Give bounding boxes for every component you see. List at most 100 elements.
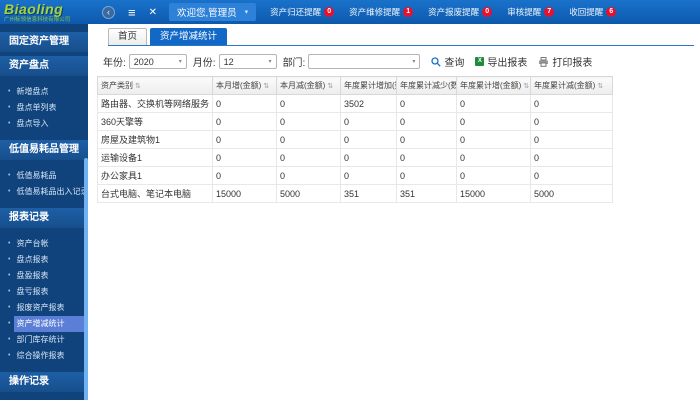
bullet-icon: • <box>8 88 11 95</box>
topbar: Biaoling 广州标领信息科技有限公司 ‹ ≡ ✕ 欢迎您,管理员 ▾ 资产… <box>0 0 700 24</box>
sidebar-item[interactable]: • 低值易耗品 <box>0 168 88 184</box>
table-cell: 运输设备1 <box>97 148 213 167</box>
sidebar-section-header[interactable]: 操作记录 <box>0 372 88 392</box>
tab-active[interactable]: 资产增减统计 <box>150 28 228 45</box>
bullet-icon: • <box>8 304 11 311</box>
search-icon <box>431 56 442 67</box>
column-header-label: 本月增(金额) <box>216 81 262 90</box>
bullet-icon: • <box>8 120 11 127</box>
sidebar-item[interactable]: • 新增盘点 <box>0 84 88 100</box>
export-report-button[interactable]: X 导出报表 <box>475 54 527 69</box>
table-row[interactable]: 路由器、交换机等网络服务 0 0 3502 0 0 0 <box>97 94 613 113</box>
badge-label: 资产归还提醒 <box>270 7 322 17</box>
month-select[interactable]: 12 ▾ <box>218 54 277 69</box>
column-header[interactable]: 年度累计增加(数量) <box>340 76 397 95</box>
search-button-label: 查询 <box>444 58 465 69</box>
table-cell: 台式电脑、笔记本电脑 <box>97 184 213 203</box>
collapse-sidebar-button[interactable]: ‹ <box>102 5 115 19</box>
notification-badge-2[interactable]: 资产报废提醒 0 <box>428 6 493 18</box>
table-cell: 0 <box>456 94 531 113</box>
sidebar-item[interactable]: • 盘亏报表 <box>0 284 88 300</box>
table-cell: 0 <box>212 130 277 149</box>
sidebar-item[interactable]: • 报废资产报表 <box>0 300 88 316</box>
page-body: 固定资产管理 资产盘点 • 新增盘点 • 盘点单列表 • 盘点导入 低值易耗品管理 • 低值易耗品 •… <box>0 24 700 400</box>
sidebar-section-items: • 低值易耗品 • 低值易耗品出入记录 <box>0 168 88 200</box>
table-cell: 0 <box>276 112 341 131</box>
sort-icon: ⇅ <box>523 83 530 90</box>
table-row[interactable]: 台式电脑、笔记本电脑 15000 5000 351 351 15000 5000 <box>97 184 613 203</box>
bullet-icon: • <box>8 352 11 359</box>
sidebar-section-header[interactable]: 报表记录 <box>0 208 88 228</box>
sidebar-sections: 固定资产管理 资产盘点 • 新增盘点 • 盘点单列表 • 盘点导入 低值易耗品管理 • 低值易耗品 •… <box>0 32 88 400</box>
column-header-label: 年度累计减(金额) <box>534 81 596 90</box>
user-menu[interactable]: 欢迎您,管理员 ▾ <box>168 3 257 21</box>
table-cell: 0 <box>276 130 341 149</box>
table-row[interactable]: 运输设备1 0 0 0 0 0 0 <box>97 148 613 167</box>
print-report-button[interactable]: 打印报表 <box>538 54 592 69</box>
table-cell: 5000 <box>530 184 613 203</box>
main-content: 首页 资产增减统计 年份: 2020 ▾ 月份: 12 ▾ 部门: ▾ 查询 X… <box>88 24 700 400</box>
year-value: 2020 <box>133 56 154 67</box>
table-row[interactable]: 办公家具1 0 0 0 0 0 0 <box>97 166 613 185</box>
column-header-label: 年度累计增(金额) <box>460 81 522 90</box>
sidebar-section-header[interactable]: 资产盘点 <box>0 56 88 76</box>
sidebar-item-label: 部门库存统计 <box>16 335 65 344</box>
bullet-icon: • <box>8 288 11 295</box>
sidebar-item[interactable]: • 资产台帐 <box>0 236 88 252</box>
table-cell: 0 <box>530 94 613 113</box>
table-cell: 0 <box>396 148 457 167</box>
close-icon[interactable]: ✕ <box>149 7 157 18</box>
filter-bar: 年份: 2020 ▾ 月份: 12 ▾ 部门: ▾ 查询 X 导出报表 打印报表 <box>97 54 700 69</box>
company-name: 广州标领信息科技有限公司 <box>4 17 71 23</box>
table-cell: 0 <box>340 112 397 131</box>
table-row[interactable]: 360天擎等 0 0 0 0 0 0 <box>97 112 613 131</box>
sidebar-section-items: • 新增盘点 • 盘点单列表 • 盘点导入 <box>0 84 88 132</box>
table-cell: 房屋及建筑物1 <box>97 130 213 149</box>
column-header-label: 本月减(金额) <box>280 81 326 90</box>
sidebar-scrollbar[interactable] <box>84 158 88 400</box>
badge-label: 资产维修提醒 <box>349 7 401 17</box>
sidebar-item[interactable]: • 部门库存统计 <box>0 332 88 348</box>
dept-select[interactable]: ▾ <box>308 54 421 69</box>
tab-inactive[interactable]: 首页 <box>108 28 148 45</box>
table-cell: 351 <box>340 184 397 203</box>
sidebar-item-label: 低值易耗品 <box>16 171 57 180</box>
sidebar-section-header[interactable]: 低值易耗品管理 <box>0 140 88 160</box>
bullet-icon: • <box>8 240 11 247</box>
year-select[interactable]: 2020 ▾ <box>128 54 187 69</box>
dept-label: 部门: <box>282 58 306 69</box>
table-cell: 0 <box>530 112 613 131</box>
sidebar-item[interactable]: • 低值易耗品出入记录 <box>0 184 88 200</box>
sidebar-item[interactable]: • 综合操作报表 <box>0 348 88 364</box>
menu-icon[interactable]: ≡ <box>128 5 136 20</box>
column-header[interactable]: 年度累计增(金额) ⇅ <box>456 76 531 95</box>
sidebar-item[interactable]: • 盘盈报表 <box>0 268 88 284</box>
notification-badge-4[interactable]: 收回提醒 6 <box>569 6 617 18</box>
column-header[interactable]: 本月减(金额) ⇅ <box>276 76 341 95</box>
column-header[interactable]: 资产类别 ⇅ <box>97 76 213 95</box>
sidebar-item[interactable]: • 资产增减统计 <box>0 316 88 332</box>
sidebar-item[interactable]: • 盘点导入 <box>0 116 88 132</box>
sort-icon: ⇅ <box>327 83 334 90</box>
column-header-label: 资产类别 <box>101 81 133 90</box>
table-cell: 0 <box>456 166 531 185</box>
column-header[interactable]: 年度累计减少(数量) <box>396 76 457 95</box>
bullet-icon: • <box>8 272 11 279</box>
notification-badge-3[interactable]: 审核提醒 7 <box>507 6 555 18</box>
search-button[interactable]: 查询 <box>431 54 464 69</box>
sidebar-item[interactable]: • 盘点报表 <box>0 252 88 268</box>
table-cell: 0 <box>456 112 531 131</box>
column-header[interactable]: 年度累计减(金额) ⇅ <box>530 76 613 95</box>
notification-badge-1[interactable]: 资产维修提醒 1 <box>349 6 414 18</box>
table-cell: 0 <box>456 148 531 167</box>
sidebar-item-label: 盘点导入 <box>16 119 49 128</box>
sidebar-item-label: 低值易耗品出入记录 <box>16 187 88 196</box>
table-cell: 0 <box>212 112 277 131</box>
sidebar-item[interactable]: • 盘点单列表 <box>0 100 88 116</box>
bullet-icon: • <box>8 336 11 343</box>
table-row[interactable]: 房屋及建筑物1 0 0 0 0 0 0 <box>97 130 613 149</box>
sidebar-section-header[interactable]: 固定资产管理 <box>0 32 88 52</box>
column-header[interactable]: 本月增(金额) ⇅ <box>212 76 277 95</box>
column-header-label: 年度累计减少(数量) <box>400 81 456 90</box>
notification-badge-0[interactable]: 资产归还提醒 0 <box>270 6 335 18</box>
